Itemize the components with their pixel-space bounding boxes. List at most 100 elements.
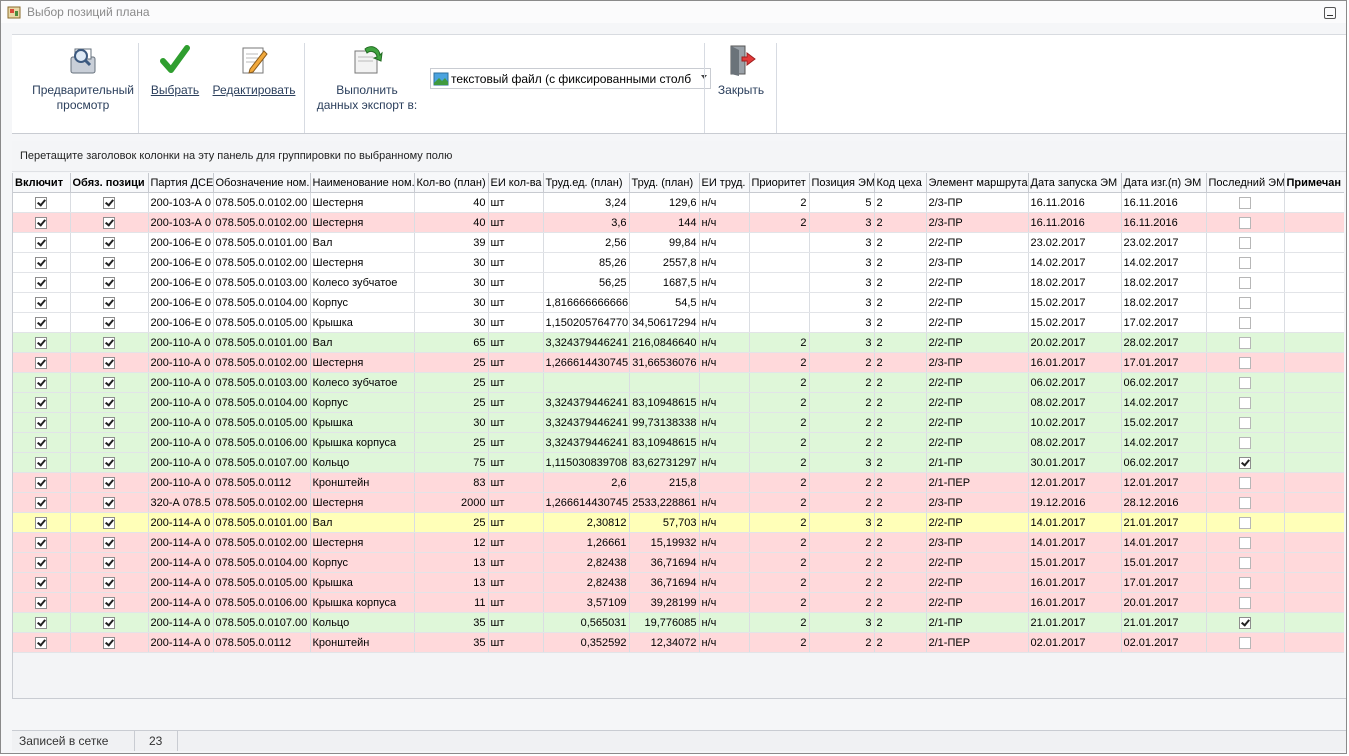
shop-cell[interactable]: 2 [874,472,927,493]
column-header[interactable]: Кол-во (план) [414,173,489,193]
table-row[interactable]: 200-114-А 0 078.505.0.0105.00 Крышка 13 шт 2,… [13,572,1344,593]
prio-cell[interactable]: 2 [749,632,810,653]
code-cell[interactable]: 078.505.0.0104.00 [213,552,311,573]
pos-cell[interactable]: 3 [809,252,875,273]
lab-unit-cell[interactable]: 3,324379446241 [543,412,630,433]
unit-cell[interactable]: шт [488,632,544,653]
route-cell[interactable]: 2/1-ПЕР [926,472,1029,493]
lab-unit-cell[interactable]: 3,57109 [543,592,630,613]
name-cell[interactable]: Корпус [310,292,415,313]
code-cell[interactable]: 078.505.0.0103.00 [213,372,311,393]
include-checkbox[interactable] [35,596,48,609]
prio-cell[interactable]: 2 [749,612,810,633]
route-cell[interactable]: 2/3-ПР [926,252,1029,273]
qty-cell[interactable]: 40 [414,212,489,233]
name-cell[interactable]: Вал [310,512,415,533]
include-checkbox[interactable] [35,616,48,629]
start-cell[interactable]: 10.02.2017 [1028,412,1122,433]
last-em-checkbox[interactable] [1239,416,1251,429]
made-cell[interactable]: 14.01.2017 [1121,532,1207,553]
lab-unit-cell[interactable]: 2,30812 [543,512,630,533]
lab-uom-cell[interactable]: н/ч [699,452,750,473]
route-cell[interactable]: 2/2-ПР [926,372,1029,393]
required-checkbox[interactable] [103,336,115,349]
qty-cell[interactable]: 30 [414,312,489,333]
preview-button[interactable]: Предварительный просмотр [24,43,142,113]
name-cell[interactable]: Вал [310,332,415,353]
lab-cell[interactable]: 83,10948615 [629,432,700,453]
party-cell[interactable]: 200-106-Е 0 [148,232,214,253]
made-cell[interactable]: 18.02.2017 [1121,272,1207,293]
note-cell[interactable] [1284,512,1344,533]
qty-cell[interactable]: 30 [414,292,489,313]
prio-cell[interactable] [749,272,810,293]
required-checkbox[interactable] [103,436,115,449]
party-cell[interactable]: 200-114-А 0 [148,552,214,573]
name-cell[interactable]: Кронштейн [310,472,415,493]
note-cell[interactable] [1284,212,1344,233]
unit-cell[interactable]: шт [488,612,544,633]
code-cell[interactable]: 078.505.0.0107.00 [213,452,311,473]
prio-cell[interactable]: 2 [749,532,810,553]
include-checkbox[interactable] [35,396,48,409]
start-cell[interactable]: 12.01.2017 [1028,472,1122,493]
made-cell[interactable]: 17.01.2017 [1121,352,1207,373]
note-cell[interactable] [1284,612,1344,633]
start-cell[interactable]: 15.01.2017 [1028,552,1122,573]
required-checkbox[interactable] [103,396,115,409]
party-cell[interactable]: 200-106-Е 0 [148,252,214,273]
party-cell[interactable]: 200-103-А 0 [148,212,214,233]
made-cell[interactable]: 16.11.2016 [1121,192,1207,213]
column-header[interactable]: Труд. (план) [629,173,700,193]
pos-cell[interactable]: 3 [809,212,875,233]
start-cell[interactable]: 16.11.2016 [1028,192,1122,213]
lab-uom-cell[interactable]: н/ч [699,212,750,233]
table-row[interactable]: 200-110-А 0 078.505.0.0105.00 Крышка 30 шт 3,… [13,412,1344,433]
lab-unit-cell[interactable]: 0,352592 [543,632,630,653]
party-cell[interactable]: 200-114-А 0 [148,592,214,613]
shop-cell[interactable]: 2 [874,212,927,233]
last-em-checkbox[interactable] [1239,276,1251,289]
made-cell[interactable]: 14.02.2017 [1121,392,1207,413]
lab-unit-cell[interactable]: 1,115030839708 [543,452,630,473]
column-header[interactable]: Труд.ед. (план) [543,173,630,193]
lab-uom-cell[interactable]: н/ч [699,392,750,413]
group-by-panel[interactable]: Перетащите заголовок колонки на эту пане… [12,141,1346,172]
name-cell[interactable]: Шестерня [310,532,415,553]
party-cell[interactable]: 200-110-А 0 [148,452,214,473]
include-checkbox[interactable] [35,456,48,469]
route-cell[interactable]: 2/2-ПР [926,592,1029,613]
party-cell[interactable]: 200-106-Е 0 [148,312,214,333]
shop-cell[interactable]: 2 [874,292,927,313]
shop-cell[interactable]: 2 [874,272,927,293]
route-cell[interactable]: 2/1-ПЕР [926,632,1029,653]
unit-cell[interactable]: шт [488,512,544,533]
prio-cell[interactable]: 2 [749,392,810,413]
include-checkbox[interactable] [35,436,48,449]
column-header[interactable]: Приоритет [749,173,810,193]
include-checkbox[interactable] [35,276,48,289]
made-cell[interactable]: 21.01.2017 [1121,612,1207,633]
route-cell[interactable]: 2/3-ПР [926,212,1029,233]
start-cell[interactable]: 23.02.2017 [1028,232,1122,253]
last-em-checkbox[interactable] [1239,396,1251,409]
code-cell[interactable]: 078.505.0.0102.00 [213,192,311,213]
pos-cell[interactable]: 2 [809,592,875,613]
name-cell[interactable]: Шестерня [310,492,415,513]
start-cell[interactable]: 08.02.2017 [1028,392,1122,413]
start-cell[interactable]: 15.02.2017 [1028,292,1122,313]
route-cell[interactable]: 2/3-ПР [926,192,1029,213]
include-checkbox[interactable] [35,356,48,369]
shop-cell[interactable]: 2 [874,312,927,333]
required-checkbox[interactable] [103,596,115,609]
required-checkbox[interactable] [103,496,115,509]
required-checkbox[interactable] [103,576,115,589]
note-cell[interactable] [1284,472,1344,493]
unit-cell[interactable]: шт [488,352,544,373]
unit-cell[interactable]: шт [488,432,544,453]
code-cell[interactable]: 078.505.0.0102.00 [213,532,311,553]
start-cell[interactable]: 16.01.2017 [1028,592,1122,613]
lab-cell[interactable]: 83,10948615 [629,392,700,413]
lab-cell[interactable]: 57,703 [629,512,700,533]
include-checkbox[interactable] [35,556,48,569]
